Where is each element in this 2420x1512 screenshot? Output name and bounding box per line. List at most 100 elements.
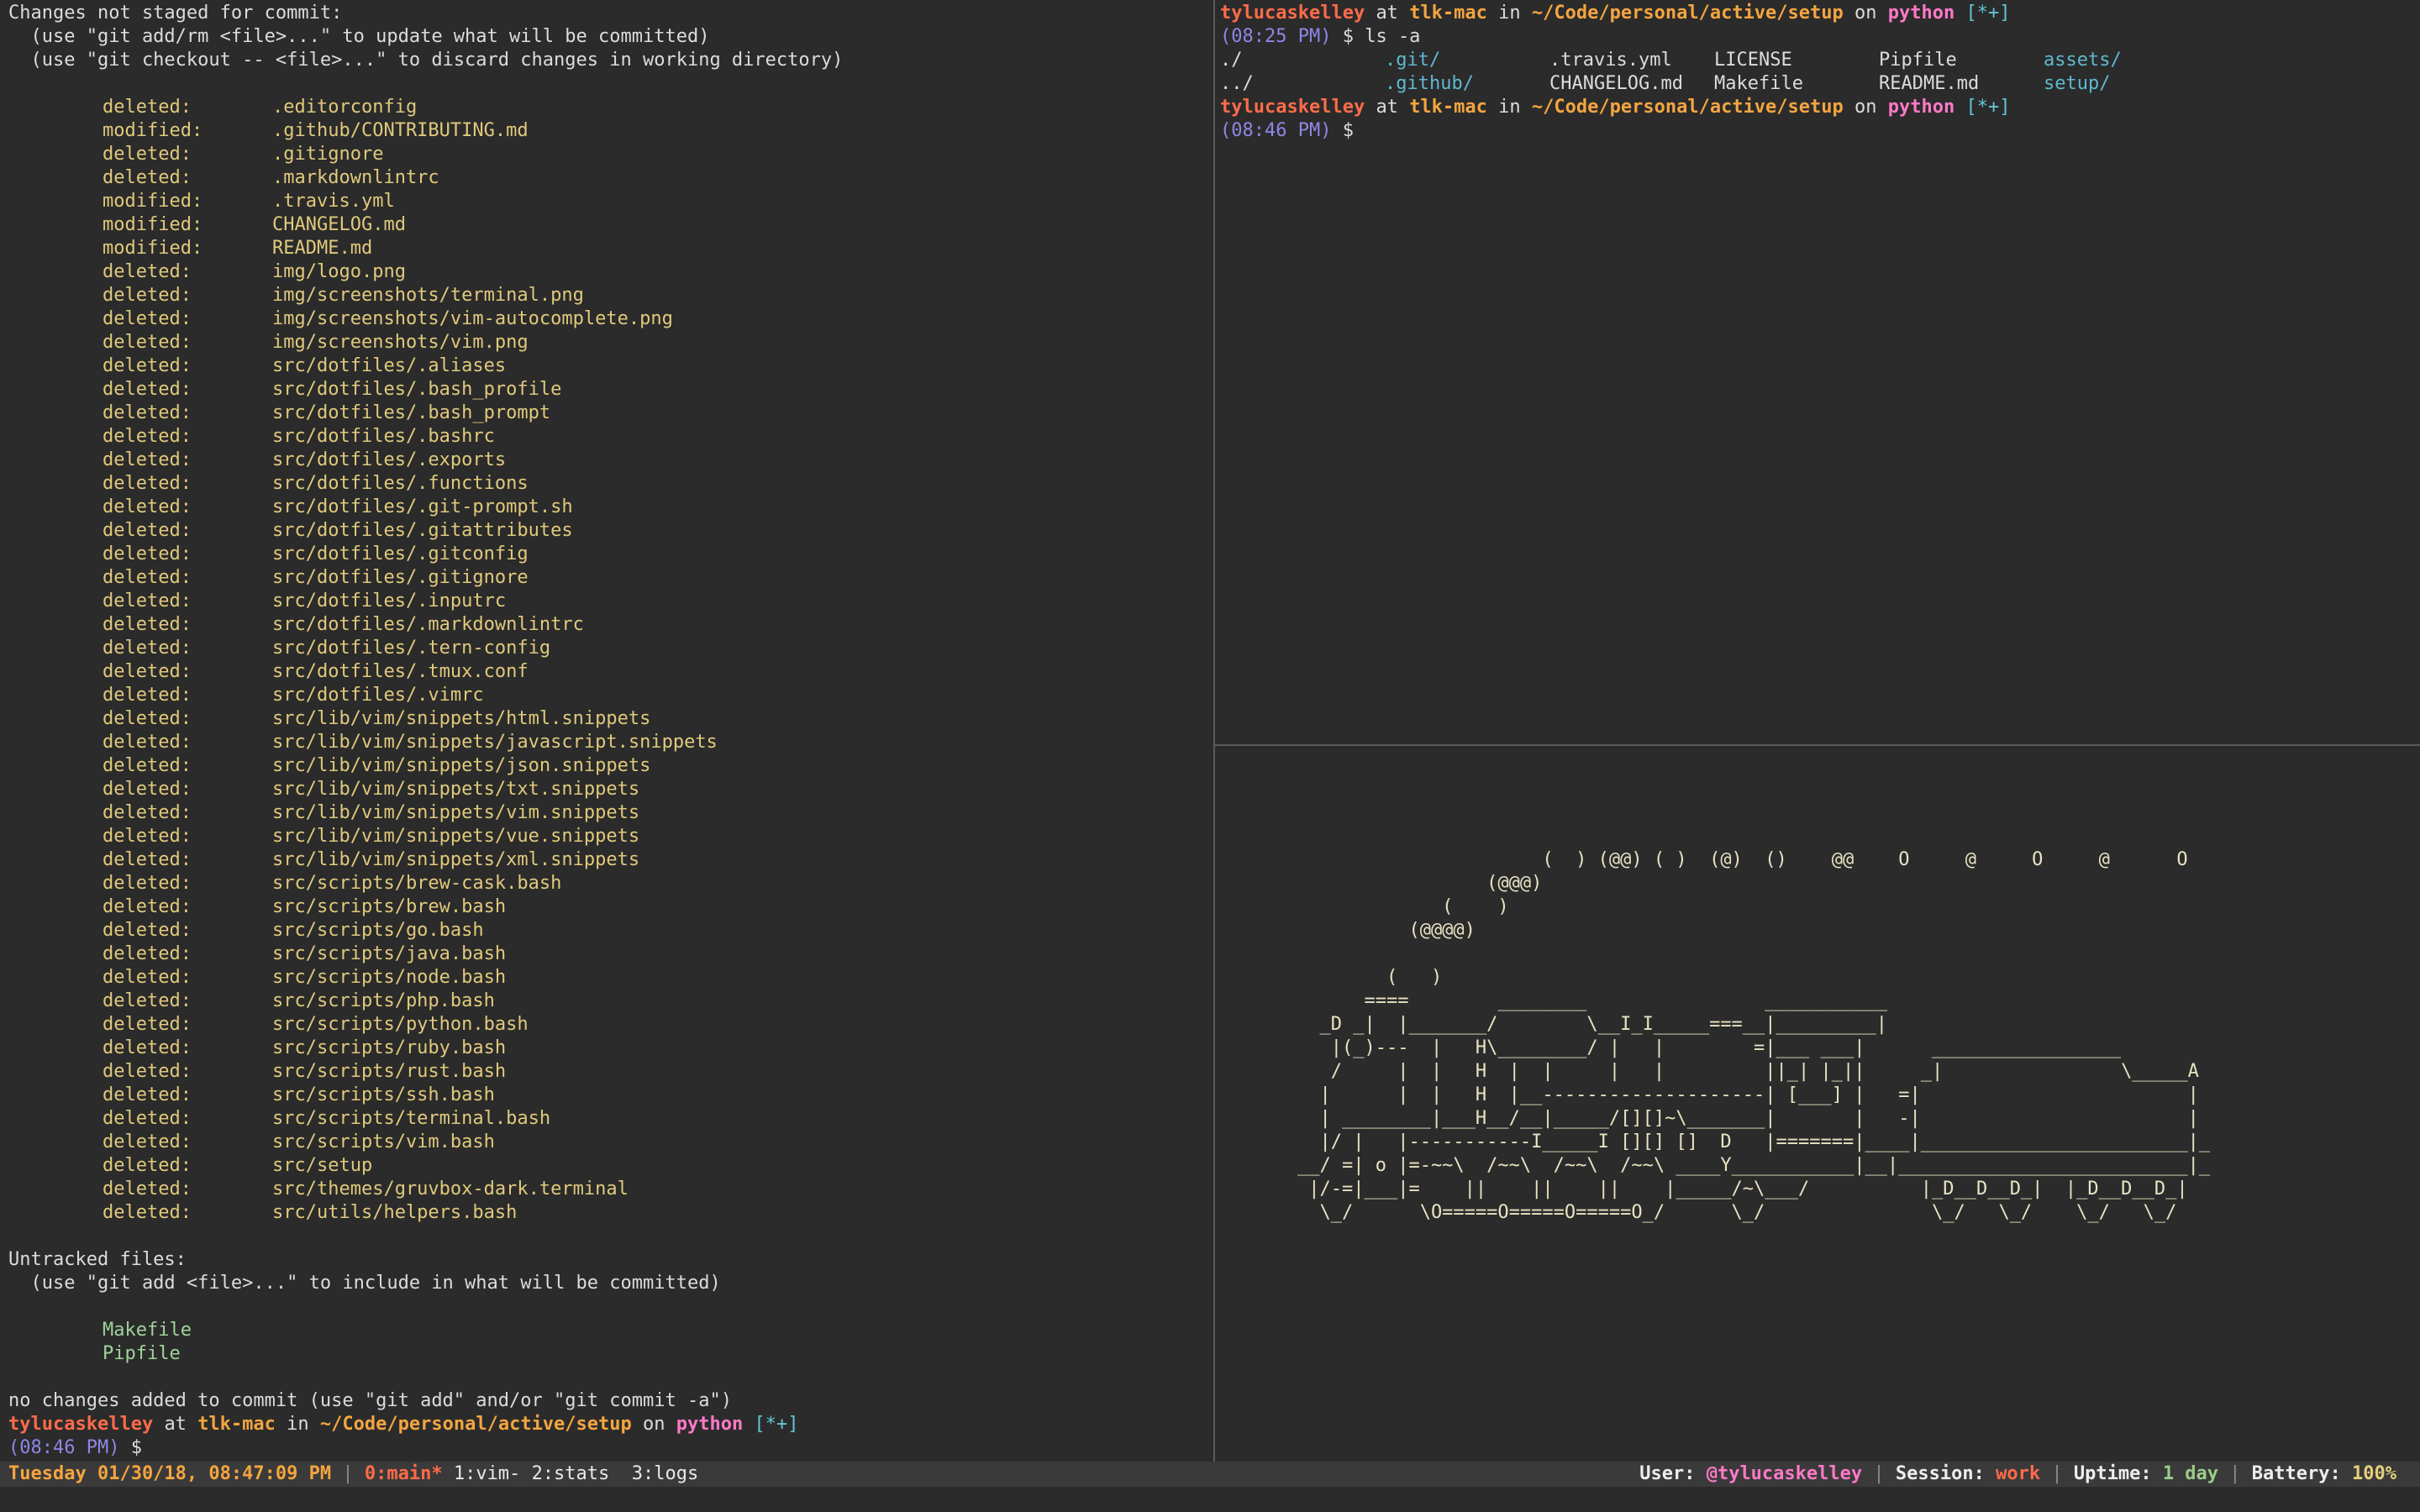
file-path: src/dotfiles/.gitattributes: [272, 520, 573, 541]
command-text: ls -a: [1365, 26, 1421, 47]
file-path: src/utils/helpers.bash: [272, 1202, 518, 1223]
changed-file-row: deleted: src/dotfiles/.aliases: [8, 354, 1213, 378]
untracked-header: Untracked files:: [8, 1249, 187, 1270]
terminal-pane-bottom-right[interactable]: ( ) (@@) ( ) (@) () @@ O @ O @ O (@@@) (…: [1220, 746, 2420, 1462]
file-path: .gitignore: [272, 144, 384, 165]
prompt-symbol: $: [1342, 26, 1354, 47]
file-path: src/scripts/brew.bash: [272, 896, 507, 917]
untracked-hint: (use "git add <file>..." to include in w…: [8, 1273, 721, 1294]
file-path: src/dotfiles/.aliases: [272, 355, 507, 376]
pane-divider-vertical[interactable]: [1213, 0, 1215, 1462]
file-status: deleted:: [103, 402, 192, 423]
file-status: deleted:: [103, 708, 192, 729]
file-path: src/lib/vim/snippets/xml.snippets: [272, 849, 640, 870]
file-path: src/scripts/brew-cask.bash: [272, 873, 562, 894]
changed-file-row: deleted: src/dotfiles/.git-prompt.sh: [8, 496, 1213, 519]
user-label: User:: [1639, 1463, 1696, 1484]
prompt-on: on: [643, 1414, 666, 1435]
ls-directory: ./: [1220, 50, 1243, 71]
file-path: img/screenshots/vim-autocomplete.png: [272, 308, 673, 329]
ls-output: ./ .git/ .travis.yml LICENSE Pipfile assets/.…: [1220, 49, 2420, 96]
changed-file-row: deleted: img/logo.png: [8, 260, 1213, 284]
file-path: src/dotfiles/.inputrc: [272, 591, 507, 612]
changed-file-row: modified: .github/CONTRIBUTING.md: [8, 119, 1213, 143]
status-datetime: Tuesday 01/30/18, 08:47:09 PM: [8, 1463, 332, 1484]
changed-file-row: deleted: src/dotfiles/.bash_profile: [8, 378, 1213, 402]
untracked-file: Makefile: [103, 1320, 192, 1341]
file-status: deleted:: [103, 1179, 192, 1200]
changed-file-row: deleted: src/dotfiles/.tmux.conf: [8, 660, 1213, 684]
file-status: deleted:: [103, 896, 192, 917]
git-status-header: Changes not staged for commit:: [8, 3, 343, 24]
file-path: src/scripts/python.bash: [272, 1014, 529, 1035]
battery-value: 100%: [2352, 1463, 2396, 1484]
file-path: src/scripts/java.bash: [272, 943, 507, 964]
file-path: src/lib/vim/snippets/html.snippets: [272, 708, 651, 729]
prompt-path: ~/Code/personal/active/setup: [1531, 97, 1844, 118]
file-status: deleted:: [103, 285, 192, 306]
file-status: deleted:: [103, 1084, 192, 1105]
file-status: deleted:: [103, 638, 192, 659]
git-status-hint: (use "git add/rm <file>..." to update wh…: [8, 26, 710, 47]
changed-file-row: deleted: src/dotfiles/.gitattributes: [8, 519, 1213, 543]
file-path: README.md: [272, 238, 373, 259]
changed-file-row: deleted: src/scripts/rust.bash: [8, 1060, 1213, 1084]
prompt-symbol: $: [130, 1437, 142, 1458]
changed-file-row: modified: CHANGELOG.md: [8, 213, 1213, 237]
window-tab-stats[interactable]: 2:stats: [532, 1463, 610, 1484]
changed-file-row: deleted: .markdownlintrc: [8, 166, 1213, 190]
terminal-pane-top-right[interactable]: tylucaskelley at tlk-mac in ~/Code/perso…: [1220, 0, 2420, 744]
changed-file-row: deleted: src/utils/helpers.bash: [8, 1201, 1213, 1225]
file-path: src/lib/vim/snippets/txt.snippets: [272, 779, 640, 800]
session-value: work: [1996, 1463, 2041, 1484]
changed-file-row: deleted: img/screenshots/vim-autocomplete…: [8, 307, 1213, 331]
file-status: modified:: [103, 191, 203, 212]
changed-file-row: deleted: src/dotfiles/.vimrc: [8, 684, 1213, 707]
ls-file: Pipfile: [1879, 50, 1957, 71]
file-status: deleted:: [103, 755, 192, 776]
file-status: deleted:: [103, 1014, 192, 1035]
file-path: src/dotfiles/.bash_profile: [272, 379, 562, 400]
changed-file-row: deleted: src/scripts/python.bash: [8, 1013, 1213, 1037]
command-line[interactable]: (08:46 PM) $: [8, 1436, 1213, 1460]
prompt-in: in: [1498, 3, 1521, 24]
file-path: src/dotfiles/.exports: [272, 449, 507, 470]
file-path: src/dotfiles/.git-prompt.sh: [272, 496, 573, 517]
file-status: deleted:: [103, 1037, 192, 1058]
file-status: deleted:: [103, 1155, 192, 1176]
shell-prompt: tylucaskelley at tlk-mac in ~/Code/perso…: [1220, 96, 2420, 119]
shell-prompt: tylucaskelley at tlk-mac in ~/Code/perso…: [8, 1413, 1213, 1436]
file-path: .travis.yml: [272, 191, 395, 212]
ls-row: ../ .github/CHANGELOG.md Makefile README.md…: [1220, 72, 2420, 96]
file-path: src/setup: [272, 1155, 373, 1176]
prompt-branch: python: [1887, 97, 1955, 118]
file-status: deleted:: [103, 1202, 192, 1223]
changed-file-row: deleted: src/themes/gruvbox-dark.terminal: [8, 1178, 1213, 1201]
battery-label: Battery:: [2251, 1463, 2341, 1484]
status-right: User: @tylucaskelley | Session: work | U…: [1639, 1462, 2396, 1487]
changed-file-row: deleted: src/setup: [8, 1154, 1213, 1178]
terminal-pane-left[interactable]: Changes not staged for commit: (use "git…: [0, 0, 1213, 1462]
window-tab-vim[interactable]: 1:vim-: [454, 1463, 520, 1484]
prompt-branch: python: [676, 1414, 744, 1435]
prompt-user: tylucaskelley: [8, 1414, 154, 1435]
command-line[interactable]: (08:46 PM) $: [1220, 119, 2420, 143]
changed-file-row: deleted: src/dotfiles/.markdownlintrc: [8, 613, 1213, 637]
window-tab-main[interactable]: 0:main*: [365, 1463, 443, 1484]
ls-directory: .git/: [1385, 50, 1441, 71]
changed-file-row: deleted: src/dotfiles/.functions: [8, 472, 1213, 496]
file-status: modified:: [103, 214, 203, 235]
file-path: src/dotfiles/.vimrc: [272, 685, 484, 706]
file-status: deleted:: [103, 1061, 192, 1082]
changed-file-row: deleted: src/scripts/brew-cask.bash: [8, 872, 1213, 895]
file-path: CHANGELOG.md: [272, 214, 406, 235]
file-status: deleted:: [103, 261, 192, 282]
prompt-at: at: [1376, 3, 1398, 24]
changed-file-row: deleted: src/scripts/node.bash: [8, 966, 1213, 990]
changed-file-row: deleted: src/dotfiles/.bashrc: [8, 425, 1213, 449]
changed-file-row: deleted: src/lib/vim/snippets/vue.snippet…: [8, 825, 1213, 848]
ls-directory: .github/: [1385, 73, 1474, 94]
window-tab-logs[interactable]: 3:logs: [632, 1463, 698, 1484]
prompt-path: ~/Code/personal/active/setup: [319, 1414, 632, 1435]
